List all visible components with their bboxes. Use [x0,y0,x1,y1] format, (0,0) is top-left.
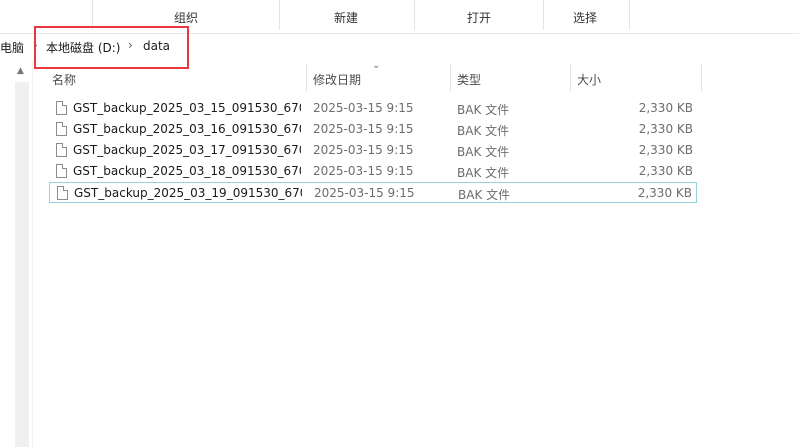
highlight-box [34,26,189,69]
file-row[interactable]: GST_backup_2025_03_17_091530_670... 2025… [49,140,697,161]
scroll-up-icon[interactable]: ▲ [17,66,24,76]
file-type: BAK 文件 [457,166,510,180]
column-header-type-label: 类型 [457,73,482,87]
file-size: 2,330 KB [638,164,693,178]
file-name: GST_backup_2025_03_18_091530_670... [73,164,301,178]
file-size: 2,330 KB [637,186,692,200]
breadcrumb-this-pc[interactable]: 电脑 [0,39,24,56]
column-header-name-label: 名称 [52,73,77,87]
column-header-date-label: 修改日期 [313,73,362,87]
file-name: GST_backup_2025_03_16_091530_670... [73,122,301,136]
file-icon [57,186,68,200]
file-date: 2025-03-15 9:15 [314,186,415,200]
column-header-type[interactable]: 类型 [451,64,571,92]
ribbon-group-organize: 组织 [174,11,199,25]
file-name: GST_backup_2025_03_17_091530_670... [73,143,301,157]
file-name: GST_backup_2025_03_19_091530_670... [74,186,302,200]
file-type: BAK 文件 [457,103,510,117]
file-size: 2,330 KB [638,122,693,136]
file-icon [56,164,67,178]
navigation-scrollbar[interactable] [15,82,29,447]
file-type: BAK 文件 [458,188,511,202]
file-size: 2,330 KB [638,143,693,157]
file-row[interactable]: GST_backup_2025_03_18_091530_670... 2025… [49,161,697,182]
file-type: BAK 文件 [457,124,510,138]
file-row[interactable]: GST_backup_2025_03_16_091530_670... 2025… [49,119,697,140]
file-date: 2025-03-15 9:15 [313,101,414,115]
file-size: 2,330 KB [638,101,693,115]
ribbon-separator [414,0,415,30]
column-header-name[interactable]: 名称 [49,64,307,92]
file-name: GST_backup_2025_03_15_091530_670... [73,101,301,115]
ribbon-separator [543,0,544,30]
column-header-size[interactable]: 大小 [571,64,701,92]
ribbon-separator [629,0,630,30]
column-divider[interactable] [701,64,702,92]
file-row[interactable]: GST_backup_2025_03_15_091530_670... 2025… [49,98,697,119]
file-date: 2025-03-15 9:15 [313,164,414,178]
file-type: BAK 文件 [457,145,510,159]
file-icon [56,122,67,136]
ribbon-group-new: 新建 [334,11,359,25]
column-header-size-label: 大小 [577,73,602,87]
file-icon [56,143,67,157]
file-row-selected[interactable]: GST_backup_2025_03_19_091530_670... 2025… [49,182,697,203]
ribbon-separator [279,0,280,30]
ribbon-group-open: 打开 [467,11,492,25]
ribbon-group-select: 选择 [573,11,598,25]
file-date: 2025-03-15 9:15 [313,122,414,136]
column-header-date[interactable]: 修改日期 [307,64,451,92]
file-icon [56,101,67,115]
file-date: 2025-03-15 9:15 [313,143,414,157]
